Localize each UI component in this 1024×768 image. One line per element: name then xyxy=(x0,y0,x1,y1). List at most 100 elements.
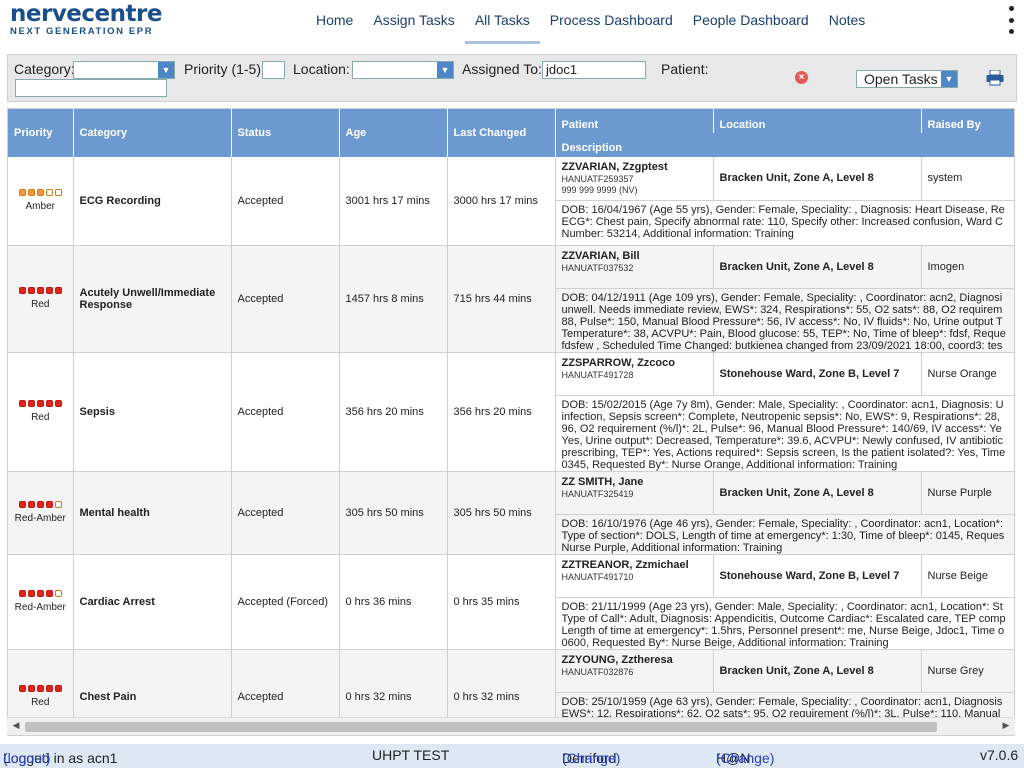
description-cell: DOB: 21/11/1999 (Age 23 yrs), Gender: Ma… xyxy=(555,597,1014,650)
priority-label: Red xyxy=(31,412,50,423)
column-header-description[interactable]: Description xyxy=(555,133,1014,157)
priority-dot xyxy=(45,189,53,197)
priority-dot xyxy=(18,590,26,597)
raised-by-cell: Nurse Beige xyxy=(921,554,1014,598)
logout-link[interactable]: (logout) xyxy=(3,750,50,766)
priority-input[interactable] xyxy=(262,61,285,79)
category-cell: Acutely Unwell/Immediate Response xyxy=(73,245,232,353)
horizontal-scrollbar[interactable]: ◀ ▶ xyxy=(7,717,1015,735)
nav-all-tasks[interactable]: All Tasks xyxy=(464,0,540,44)
location-select[interactable]: ▼ xyxy=(352,61,454,79)
patient-name: ZZVARIAN, Bill xyxy=(561,249,640,262)
task-status-select[interactable]: Open Tasks ▼ xyxy=(856,70,958,88)
category-cell: Mental health xyxy=(73,471,232,555)
chevron-down-icon: ▼ xyxy=(437,62,453,78)
priority-dot xyxy=(54,501,62,508)
assigned-to-input[interactable]: jdoc1 xyxy=(542,61,646,79)
column-header-age[interactable]: Age xyxy=(339,109,448,157)
column-header-raised-by[interactable]: Raised By xyxy=(921,109,1014,133)
task-row[interactable]: Red Sepsis Accepted 356 hrs 20 mins 356 hrs … xyxy=(8,352,1014,472)
nervecentre-logo[interactable]: nervecentre NEXT GENERATION EPR xyxy=(10,3,162,37)
status-cell: Accepted xyxy=(231,352,340,472)
column-header-category[interactable]: Category xyxy=(73,109,232,157)
more-menu-icon[interactable] xyxy=(1007,6,1015,34)
last-changed-cell: 0 hrs 35 mins xyxy=(447,554,556,650)
priority-dot xyxy=(36,685,44,692)
priority-dot xyxy=(36,287,44,294)
logo-text: nervecentre xyxy=(10,1,162,27)
description-line: Type of section*: DOLS, Length of time a… xyxy=(561,529,1005,542)
priority-indicator xyxy=(8,590,73,597)
priority-dot xyxy=(27,501,35,508)
priority-cell: Red xyxy=(8,352,74,472)
change-han-link[interactable]: (Change) xyxy=(716,750,774,766)
age-cell: 305 hrs 50 mins xyxy=(339,471,448,555)
task-row[interactable]: Red-Amber Cardiac Arrest Accepted (Forced)… xyxy=(8,554,1014,650)
priority-indicator xyxy=(8,501,73,508)
task-row[interactable]: Red-Amber Mental health Accepted 305 hrs 50… xyxy=(8,471,1014,555)
description-line: DOB: 15/02/2015 (Age 7y 8m), Gender: Mal… xyxy=(561,398,1004,411)
patient-name: ZZ SMITH, Jane xyxy=(561,475,644,488)
priority-indicator xyxy=(8,287,73,294)
status-footer: Logged in as acn1 (logout) UHPT TEST Der… xyxy=(0,744,1024,768)
nav-notes[interactable]: Notes xyxy=(819,0,876,44)
patient-id: HANUATF259357 xyxy=(561,174,634,184)
column-header-priority[interactable]: Priority xyxy=(8,109,74,157)
last-changed-cell: 356 hrs 20 mins xyxy=(447,352,556,472)
task-status-value: Open Tasks xyxy=(864,71,938,87)
last-changed-cell: 3000 hrs 17 mins xyxy=(447,157,556,246)
scroll-right-icon[interactable]: ▶ xyxy=(1000,720,1012,731)
patient-cell[interactable]: ZZVARIAN, Zzgptest HANUATF259357 999 999 9… xyxy=(555,157,714,201)
priority-dot xyxy=(18,287,26,294)
category-text-input[interactable] xyxy=(15,79,167,97)
patient-cell[interactable]: ZZYOUNG, Zztheresa HANUATF032876 xyxy=(555,649,714,693)
priority-label: Red xyxy=(31,697,50,708)
patient-id: HANUATF325419 xyxy=(561,488,634,499)
priority-dot xyxy=(27,590,35,597)
nav-people-dashboard[interactable]: People Dashboard xyxy=(683,0,819,44)
patient-cell[interactable]: ZZSPARROW, Zzcoco HANUATF491728 xyxy=(555,352,714,396)
version-label: v7.0.6 xyxy=(980,747,1019,763)
status-cell: Accepted xyxy=(231,471,340,555)
patient-cell[interactable]: ZZ SMITH, Jane HANUATF325419 xyxy=(555,471,714,515)
category-select[interactable]: ▼ xyxy=(73,61,175,79)
column-header-patient[interactable]: Patient xyxy=(555,109,714,133)
priority-cell: Red-Amber xyxy=(8,554,74,650)
column-header-status[interactable]: Status xyxy=(231,109,340,157)
age-cell: 0 hrs 36 mins xyxy=(339,554,448,650)
priority-dot xyxy=(27,287,35,294)
clear-filter-icon[interactable]: × xyxy=(795,71,808,84)
scrollbar-thumb[interactable] xyxy=(25,722,937,732)
priority-cell: Amber xyxy=(8,157,74,246)
main-nav: Home Assign Tasks All Tasks Process Dashboa… xyxy=(306,0,875,44)
status-cell: Accepted xyxy=(231,157,340,246)
location-cell: Stonehouse Ward, Zone B, Level 7 xyxy=(713,554,922,598)
nav-assign-tasks[interactable]: Assign Tasks xyxy=(363,0,464,44)
nav-home[interactable]: Home xyxy=(306,0,363,44)
patient-nhs-number: 999 999 9999 (NV) xyxy=(561,185,638,195)
column-header-last-changed[interactable]: Last Changed xyxy=(447,109,556,157)
priority-dot xyxy=(54,400,62,407)
patient-cell[interactable]: ZZVARIAN, Bill HANUATF037532 xyxy=(555,245,714,289)
column-header-location[interactable]: Location xyxy=(713,109,922,133)
tasks-table: Priority Category Status Age Last Change… xyxy=(8,109,1014,735)
change-site-link[interactable]: (Change) xyxy=(562,750,620,766)
description-line: 0345, Requested By*: Nurse Orange, Addit… xyxy=(561,458,898,471)
raised-by-cell: system xyxy=(921,157,1014,201)
patient-cell[interactable]: ZZTREANOR, Zzmichael HANUATF491710 xyxy=(555,554,714,598)
task-row[interactable]: Amber ECG Recording Accepted 3001 hrs 17 mi… xyxy=(8,157,1014,246)
nav-process-dashboard[interactable]: Process Dashboard xyxy=(540,0,683,44)
priority-dot xyxy=(45,400,53,407)
priority-dot xyxy=(18,189,26,197)
environment-label: UHPT TEST xyxy=(372,747,450,763)
description-line: DOB: 25/10/1959 (Age 63 yrs), Gender: Fe… xyxy=(561,695,1003,708)
scroll-left-icon[interactable]: ◀ xyxy=(10,720,22,731)
priority-dot xyxy=(27,685,35,692)
task-row[interactable]: Red Acutely Unwell/Immediate Response Acce… xyxy=(8,245,1014,353)
location-label: Location: xyxy=(293,61,350,77)
print-icon[interactable] xyxy=(986,70,1004,86)
location-cell: Stonehouse Ward, Zone B, Level 7 xyxy=(713,352,922,396)
description-cell: DOB: 04/12/1911 (Age 109 yrs), Gender: F… xyxy=(555,288,1014,353)
task-row[interactable]: Red Chest Pain Accepted 0 hrs 32 mins 0 hrs … xyxy=(8,649,1014,735)
status-cell: Accepted (Forced) xyxy=(231,554,340,650)
